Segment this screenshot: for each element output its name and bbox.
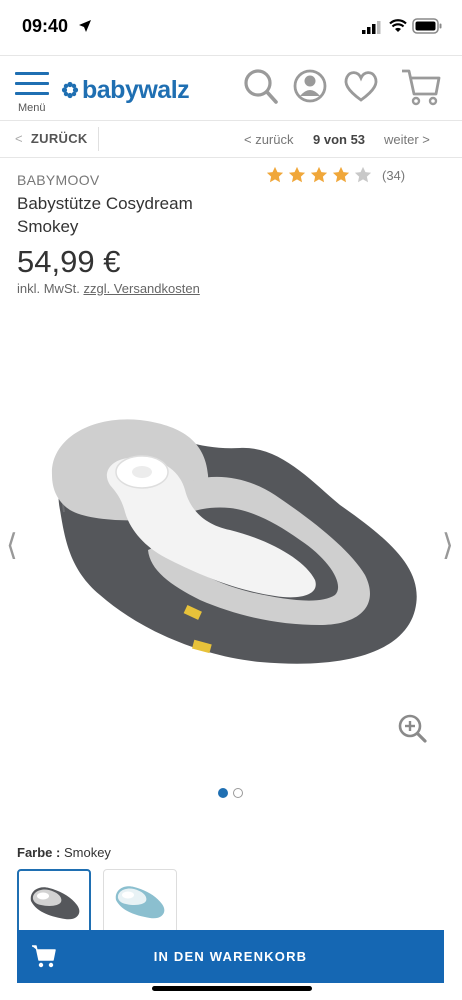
location-arrow-icon (79, 20, 91, 32)
chevron-left-icon: < (15, 131, 23, 146)
status-bar: 09:40 (0, 0, 462, 54)
color-label: Farbe : Smokey (17, 845, 111, 860)
signal-icon (362, 21, 381, 34)
tax-note: inkl. MwSt. zzgl. Versandkosten (17, 281, 200, 296)
back-button[interactable]: < ZURÜCK (15, 131, 88, 146)
gallery-dot-2[interactable] (233, 788, 243, 798)
prev-product-link[interactable]: < zurück (244, 132, 294, 147)
tax-label: inkl. MwSt. (17, 281, 80, 296)
color-label-title: Farbe : (17, 845, 61, 860)
heart-icon[interactable] (342, 66, 380, 106)
review-count: (34) (382, 167, 406, 183)
star-icon (354, 166, 372, 183)
logo[interactable]: babywalz (61, 75, 190, 105)
cart-icon (32, 945, 56, 968)
wifi-icon (389, 19, 407, 32)
product-image[interactable] (30, 400, 430, 690)
color-swatch-smokey[interactable] (17, 869, 91, 939)
home-indicator (152, 986, 312, 991)
page-count: 9 von 53 (313, 132, 366, 147)
add-to-cart-button[interactable]: IN DEN WARENKORB (17, 930, 444, 983)
gallery-next-arrow[interactable]: ⟩ (442, 528, 454, 563)
gallery-dots (218, 788, 248, 798)
swatch-blue-image (115, 886, 165, 919)
product-brand[interactable]: BABYMOOV (17, 172, 100, 188)
star-icon (266, 166, 284, 183)
star-icon (288, 166, 306, 183)
status-time: 09:40 (22, 16, 69, 36)
star-icon (310, 166, 328, 183)
product-nav: < ZURÜCK < zurück 9 von 53 weiter > (0, 120, 462, 158)
add-to-cart-label: IN DEN WARENKORB (153, 949, 308, 964)
star-icon (332, 166, 350, 183)
next-product-link[interactable]: weiter > (384, 132, 430, 147)
menu-label: Menü (18, 102, 46, 114)
zoom-icon[interactable] (398, 714, 428, 744)
rating[interactable]: (34) (266, 166, 405, 184)
nav-divider (98, 127, 99, 151)
product-title: Babystütze Cosydream Smokey (17, 194, 193, 236)
color-value: Smokey (63, 845, 111, 860)
back-label: ZURÜCK (30, 131, 88, 146)
swatch-smokey-image (30, 887, 80, 920)
user-icon[interactable] (292, 66, 328, 106)
cart-icon[interactable] (400, 66, 442, 108)
color-swatch-blue[interactable] (103, 869, 177, 939)
logo-text: babywalz (82, 75, 190, 104)
site-header: Menü babywalz (0, 55, 462, 119)
gallery-prev-arrow[interactable]: ⟨ (6, 528, 18, 563)
battery-icon (412, 18, 442, 34)
shipping-link[interactable]: zzgl. Versandkosten (83, 281, 199, 296)
search-icon[interactable] (242, 66, 280, 106)
gallery-dot-1[interactable] (218, 788, 228, 798)
product-price: 54,99 € (17, 244, 121, 279)
menu-icon (15, 72, 51, 95)
logo-flower-icon (61, 81, 79, 99)
